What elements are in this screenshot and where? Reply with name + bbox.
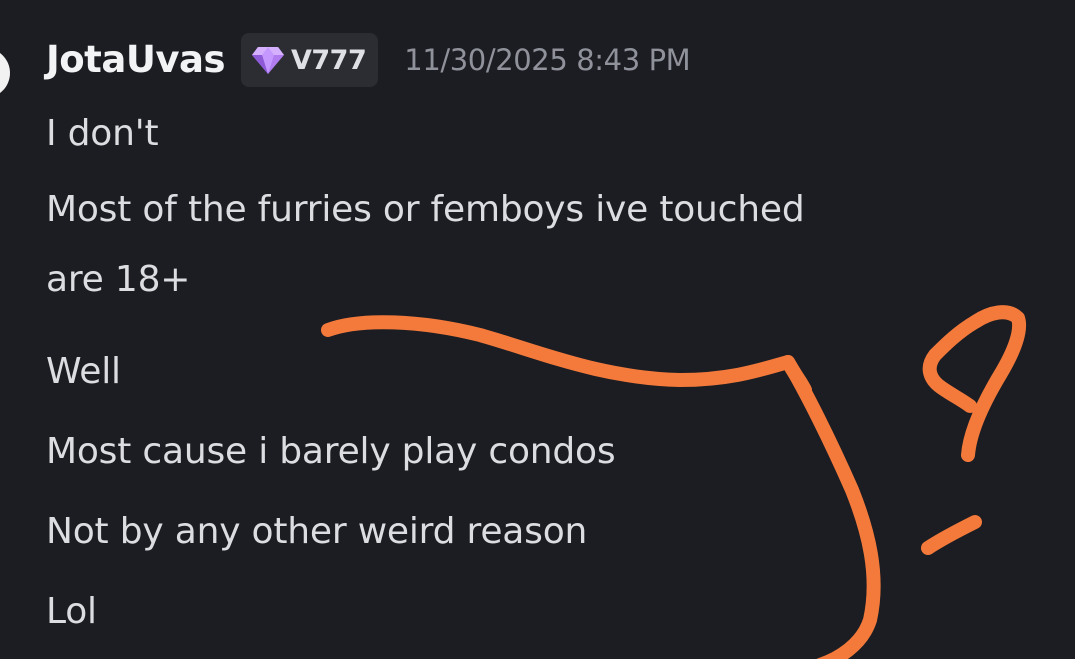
message-line: are 18+ [46, 259, 191, 300]
gem-icon [252, 47, 284, 74]
message-line: I don't [46, 113, 159, 154]
server-tag-badge[interactable]: V777 [241, 33, 379, 87]
message-content: I don't Most of the furries or femboys i… [46, 94, 1046, 652]
message-timestamp[interactable]: 11/30/2025 8:43 PM [404, 43, 690, 77]
message-line: Well [46, 351, 121, 392]
message-header: JotaUvas V777 11/30/2025 8:43 PM [46, 28, 1046, 92]
message-line: Most cause i barely play condos [46, 431, 616, 472]
message-line: Not by any other weird reason [46, 511, 588, 552]
server-tag-label: V777 [291, 44, 367, 76]
message-line: Lol [46, 591, 97, 632]
message-line: Most of the furries or femboys ive touch… [46, 189, 805, 230]
chat-message: JotaUvas V777 11/30/2025 8:43 PM I don't… [46, 28, 1046, 652]
avatar[interactable] [0, 48, 10, 98]
message-author[interactable]: JotaUvas [46, 28, 226, 92]
